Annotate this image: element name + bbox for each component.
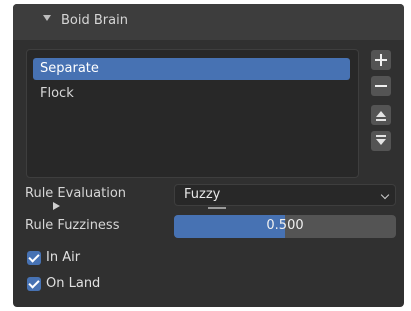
list-item-flock[interactable]: Flock — [33, 83, 350, 105]
rule-fuzziness-slider[interactable]: 0.500 — [174, 215, 396, 238]
rule-evaluation-dropdown[interactable]: Fuzzy — [174, 184, 396, 206]
remove-rule-button[interactable] — [371, 76, 391, 96]
boid-brain-panel: Boid Brain Separate Flock Rule Evaluatio… — [13, 4, 404, 307]
rule-fuzziness-value: 0.500 — [266, 218, 304, 233]
rule-fuzziness-label: Rule Fuzziness — [25, 218, 120, 233]
chevron-down-icon — [380, 190, 390, 200]
rules-list[interactable]: Separate Flock — [26, 49, 359, 210]
expand-filter-icon[interactable] — [53, 202, 60, 210]
on-land-checkbox[interactable] — [27, 277, 41, 291]
collapse-arrow-icon[interactable] — [43, 15, 51, 21]
on-land-label: On Land — [46, 276, 101, 291]
add-rule-button[interactable] — [371, 50, 391, 70]
in-air-checkbox[interactable] — [27, 251, 41, 265]
panel-title: Boid Brain — [61, 13, 128, 28]
move-rule-up-button[interactable] — [371, 105, 391, 125]
in-air-label: In Air — [46, 250, 81, 265]
rule-evaluation-label: Rule Evaluation — [25, 186, 127, 201]
list-item-separate[interactable]: Separate — [33, 58, 350, 80]
move-rule-down-button[interactable] — [371, 131, 391, 151]
rule-evaluation-value: Fuzzy — [184, 187, 221, 202]
panel-header[interactable]: Boid Brain — [13, 4, 404, 40]
